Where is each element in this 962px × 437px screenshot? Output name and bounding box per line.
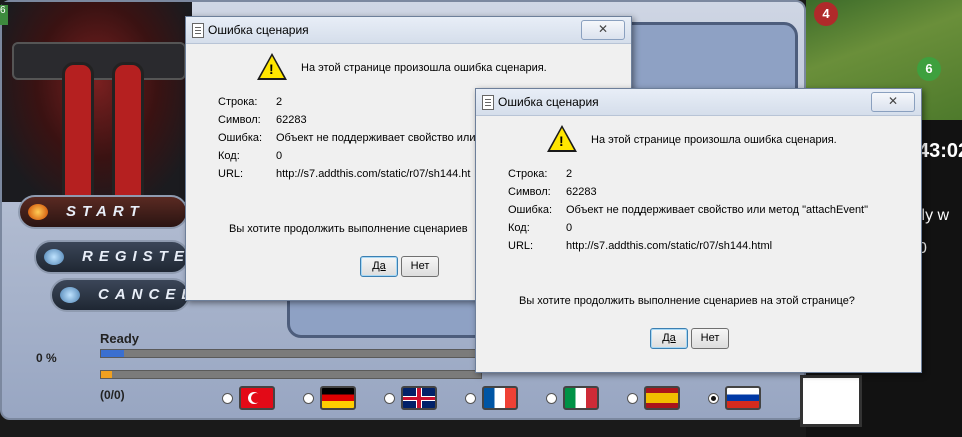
language-option-ru[interactable] [708, 386, 789, 410]
no-label: Нет [410, 260, 430, 272]
document-icon [192, 23, 204, 38]
close-button[interactable]: ✕ [871, 92, 915, 112]
field-value: http://s7.addthis.com/static/r07/sh144.h… [276, 168, 471, 180]
field-value: Объект не поддерживает свойство или мето… [566, 204, 869, 216]
continue-question: Вы хотите продолжить выполнение сценарие… [229, 223, 468, 235]
field-value: http://s7.addthis.com/static/r07/sh144.h… [566, 240, 773, 252]
error-message: На этой странице произошла ошибка сценар… [301, 62, 547, 74]
error-message: На этой странице произошла ошибка сценар… [591, 134, 837, 146]
dialog-titlebar[interactable]: Ошибка сценария ✕ [476, 89, 921, 116]
field-value: 62283 [566, 186, 597, 198]
continue-question: Вы хотите продолжить выполнение сценарие… [519, 295, 855, 307]
progress-bar-primary [100, 349, 482, 358]
field-label: Строка: [508, 168, 548, 180]
radio-it[interactable] [546, 392, 557, 404]
start-label: START [66, 203, 145, 220]
language-option-es[interactable] [627, 386, 708, 410]
turkish-flag-icon[interactable] [239, 386, 275, 410]
ally-text: lly w [918, 207, 950, 224]
no-button[interactable]: Нет [691, 328, 729, 349]
side-white-box [800, 375, 862, 427]
clock-text: 43:02 [918, 140, 962, 162]
uk-flag-icon[interactable] [401, 386, 437, 410]
italian-flag-icon[interactable] [563, 386, 599, 410]
language-option-fr[interactable] [465, 386, 546, 410]
field-value: 2 [276, 96, 283, 108]
radio-tr[interactable] [222, 392, 233, 404]
field-label: Строка: [218, 96, 258, 108]
yes-button[interactable]: Да [360, 256, 398, 277]
field-value: 62283 [276, 114, 307, 126]
dialog-titlebar[interactable]: Ошибка сценария ✕ [186, 17, 631, 44]
status-label: Ready [100, 331, 140, 346]
start-orb-icon [28, 204, 48, 220]
yes-label: Да [662, 332, 676, 344]
german-flag-icon[interactable] [320, 386, 356, 410]
radio-fr[interactable] [465, 392, 476, 404]
warning-icon: ! [257, 53, 287, 80]
field-value: Объект не поддерживает свойство или [276, 132, 476, 144]
progress-fill-primary [101, 350, 124, 357]
field-label: URL: [218, 168, 244, 180]
field-value: 2 [566, 168, 573, 180]
field-label: Ошибка: [218, 132, 263, 144]
close-button[interactable]: ✕ [581, 20, 625, 40]
language-selector [222, 386, 789, 410]
cancel-button[interactable]: CANCEL [50, 278, 191, 312]
language-option-tr[interactable] [222, 386, 303, 410]
notification-badge: 4 [814, 2, 838, 26]
field-label: URL: [508, 240, 534, 252]
register-button[interactable]: REGISTER [34, 240, 201, 274]
document-icon [482, 95, 494, 110]
french-flag-icon[interactable] [482, 386, 518, 410]
dialog-title: Ошибка сценария [208, 23, 309, 37]
character-artwork [2, 2, 192, 202]
no-label: Нет [700, 332, 720, 344]
radio-es[interactable] [627, 392, 638, 404]
progress-bar-secondary [100, 370, 482, 379]
level-badge: 6 [917, 57, 941, 81]
cancel-orb-icon [60, 287, 80, 303]
field-label: Символ: [218, 114, 261, 126]
language-option-de[interactable] [303, 386, 384, 410]
field-label: Символ: [508, 186, 551, 198]
progress-percent: 0 % [36, 351, 57, 365]
radio-ru[interactable] [708, 392, 719, 404]
spanish-flag-icon[interactable] [644, 386, 680, 410]
language-option-it[interactable] [546, 386, 627, 410]
left-badge: 6 [0, 5, 8, 25]
script-error-dialog-front: Ошибка сценария ✕ ! На этой странице про… [475, 88, 922, 373]
file-counter: (0/0) [100, 388, 125, 402]
yes-button[interactable]: Да [650, 328, 688, 349]
start-button[interactable]: START [18, 195, 188, 229]
field-value: 0 [566, 222, 573, 234]
no-button[interactable]: Нет [401, 256, 439, 277]
warning-icon: ! [547, 125, 577, 152]
field-label: Код: [218, 150, 240, 162]
russian-flag-icon[interactable] [725, 386, 761, 410]
field-label: Код: [508, 222, 530, 234]
yes-label: Да [372, 260, 386, 272]
language-option-en[interactable] [384, 386, 465, 410]
register-orb-icon [44, 249, 64, 265]
cancel-label: CANCEL [98, 286, 197, 303]
dialog-title: Ошибка сценария [498, 95, 599, 109]
field-value: 0 [276, 150, 283, 162]
radio-en[interactable] [384, 392, 395, 404]
radio-de[interactable] [303, 392, 314, 404]
field-label: Ошибка: [508, 204, 553, 216]
progress-fill-secondary [101, 371, 113, 378]
